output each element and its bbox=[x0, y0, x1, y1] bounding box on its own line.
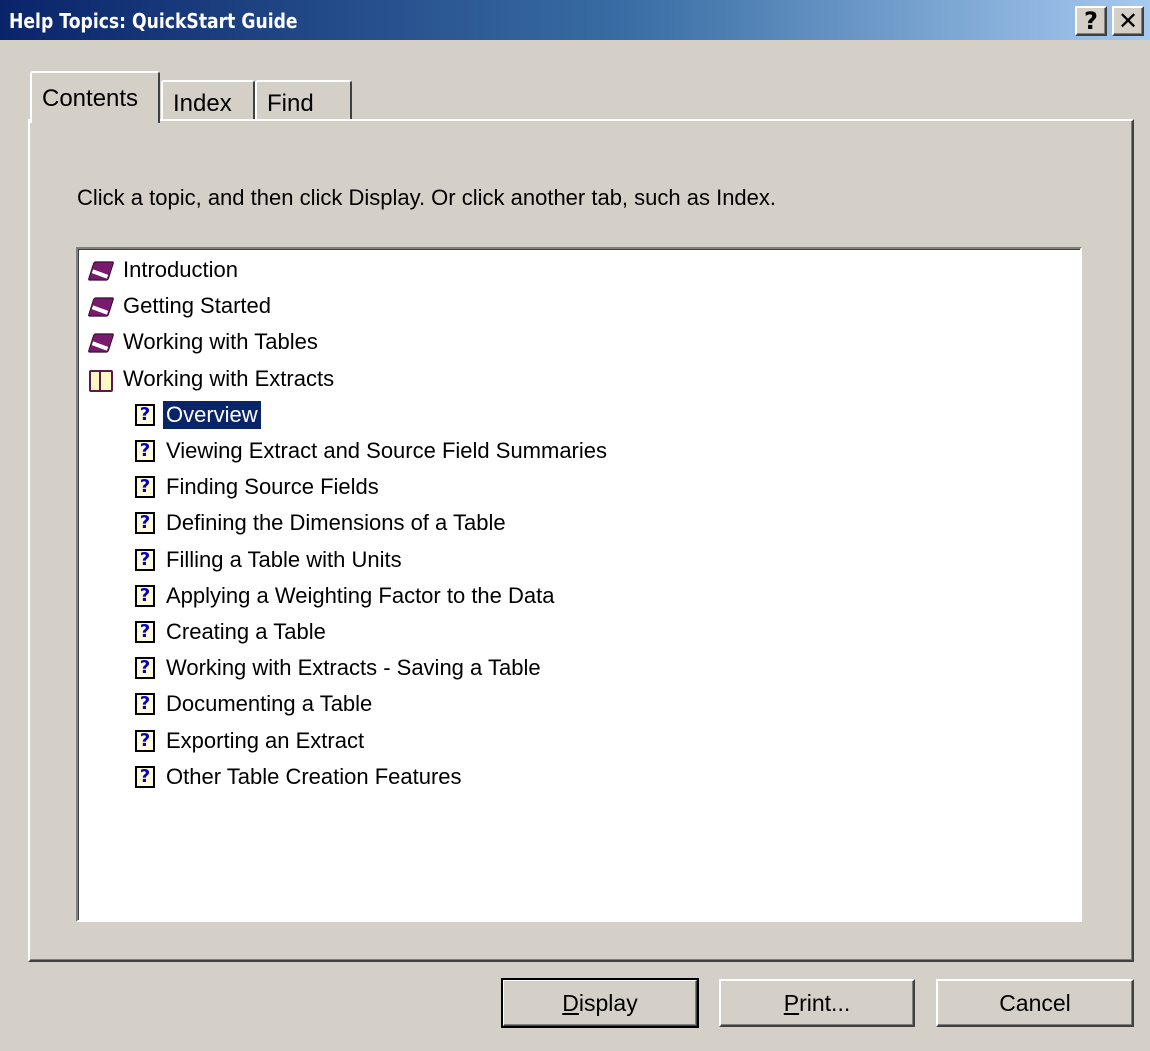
tree-item-label: Getting Started bbox=[123, 293, 271, 319]
tree-item-label: Applying a Weighting Factor to the Data bbox=[166, 582, 555, 608]
tree-item[interactable]: ? Other Table Creation Features bbox=[135, 760, 465, 794]
tree-item-label: Introduction bbox=[123, 257, 238, 282]
tree-item[interactable]: ? Creating a Table bbox=[135, 615, 329, 649]
tree-item[interactable]: ? Overview bbox=[135, 398, 262, 432]
title-bar[interactable]: Help Topics: QuickStart Guide ? ✕ bbox=[0, 0, 1150, 40]
help-page-icon: ? bbox=[135, 765, 155, 788]
cancel-button[interactable]: Cancel bbox=[936, 979, 1134, 1027]
tab-label: Index bbox=[173, 90, 232, 117]
help-page-icon: ? bbox=[135, 657, 155, 680]
help-page-icon: ? bbox=[135, 476, 155, 499]
tree-item[interactable]: ? Documenting a Table bbox=[135, 687, 375, 721]
tree-item-label: Working with Extracts - Saving a Table bbox=[166, 655, 541, 681]
book-closed-icon bbox=[88, 294, 112, 318]
tree-item[interactable]: ? Filling a Table with Units bbox=[135, 543, 405, 577]
help-button[interactable]: ? bbox=[1075, 6, 1107, 36]
tree-item-label: Viewing Extract and Source Field Summari… bbox=[166, 438, 608, 463]
cancel-button-label: Cancel bbox=[999, 989, 1071, 1016]
book-open-icon bbox=[88, 367, 113, 392]
instruction-text: Click a topic, and then click Display. O… bbox=[77, 185, 777, 210]
tree-item-label: Defining the Dimensions of a Table bbox=[166, 510, 506, 536]
tree-item[interactable]: ? Working with Extracts - Saving a Table bbox=[135, 651, 544, 685]
tab-find[interactable]: Find bbox=[255, 80, 352, 120]
tree-item[interactable]: ? Exporting an Extract bbox=[135, 724, 367, 758]
tab-contents[interactable]: Contents bbox=[30, 71, 160, 123]
tree-item-label: Working with Tables bbox=[123, 329, 318, 355]
help-page-icon: ? bbox=[135, 584, 155, 607]
tree-item[interactable]: Introduction bbox=[88, 253, 241, 287]
help-page-icon: ? bbox=[135, 693, 155, 716]
tree-item[interactable]: Working with Tables bbox=[88, 325, 321, 359]
tree-item-label: Filling a Table with Units bbox=[166, 546, 402, 572]
question-mark-icon: ? bbox=[1084, 7, 1098, 35]
tree-item[interactable]: ? Defining the Dimensions of a Table bbox=[135, 506, 509, 540]
tree-item-label: Overview bbox=[162, 399, 262, 430]
tree-item-label: Creating a Table bbox=[166, 619, 326, 644]
book-closed-icon bbox=[88, 330, 112, 354]
close-icon: ✕ bbox=[1117, 7, 1139, 35]
topics-tree[interactable]: Introduction Getting Started Working with … bbox=[76, 247, 1082, 922]
book-closed-icon bbox=[88, 258, 112, 282]
tree-item-label: Finding Source Fields bbox=[166, 474, 379, 500]
tab-index[interactable]: Index bbox=[161, 80, 255, 120]
help-page-icon: ? bbox=[135, 621, 155, 643]
print-button-label: Print... bbox=[783, 989, 851, 1016]
print-button[interactable]: Print... bbox=[719, 979, 915, 1027]
tree-item-label: Documenting a Table bbox=[166, 691, 373, 717]
display-button-label: Display bbox=[562, 989, 638, 1016]
tree-item-label: Exporting an Extract bbox=[166, 727, 365, 753]
tab-label: Contents bbox=[42, 85, 139, 112]
help-page-icon: ? bbox=[135, 729, 155, 752]
help-page-icon: ? bbox=[135, 512, 155, 535]
display-button[interactable]: Display bbox=[501, 978, 699, 1028]
tree-item[interactable]: Working with Extracts bbox=[88, 362, 337, 396]
tree-item[interactable]: ? Finding Source Fields bbox=[135, 470, 382, 504]
close-button[interactable]: ✕ bbox=[1112, 6, 1144, 36]
window-title: Help Topics: QuickStart Guide bbox=[9, 9, 298, 33]
tab-label: Find bbox=[267, 90, 314, 117]
help-page-icon: ? bbox=[135, 548, 155, 571]
tree-item[interactable]: ? Applying a Weighting Factor to the Data bbox=[135, 579, 557, 613]
tree-item[interactable]: ? Viewing Extract and Source Field Summar… bbox=[135, 434, 610, 468]
tree-item-label: Working with Extracts bbox=[123, 365, 335, 391]
tree-item[interactable]: Getting Started bbox=[88, 289, 274, 323]
help-page-icon: ? bbox=[135, 440, 155, 462]
help-page-icon: ? bbox=[135, 403, 155, 426]
tree-item-label: Other Table Creation Features bbox=[166, 763, 462, 789]
